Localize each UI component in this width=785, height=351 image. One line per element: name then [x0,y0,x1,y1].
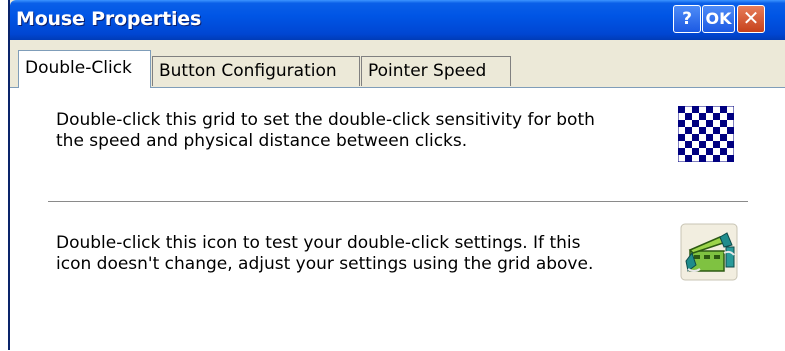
grid-instructions-line1: Double-click this grid to set the double… [56,110,595,130]
grid-cell [692,148,699,155]
clapperboard-test-icon[interactable] [680,223,738,281]
title-bar[interactable]: Mouse Properties ? OK ✕ [10,0,785,40]
tab-double-click[interactable]: Double-Click [18,50,151,88]
checkerboard-grid-icon[interactable] [678,106,734,162]
ok-button[interactable]: OK [702,5,735,33]
grid-cell [699,155,706,162]
grid-cell [699,127,706,134]
grid-cell [706,106,713,113]
grid-cell [699,113,706,120]
test-instructions-line1: Double-click this icon to test your doub… [56,233,581,253]
grid-cell [713,127,720,134]
section-divider [48,201,748,202]
grid-instructions: Double-click this grid to set the double… [56,110,656,152]
grid-cell [713,155,720,162]
grid-cell [720,134,727,141]
help-button[interactable]: ? [673,5,701,33]
close-button[interactable]: ✕ [737,5,765,33]
grid-cell [727,155,734,162]
grid-cell [692,106,699,113]
grid-cell [713,141,720,148]
grid-cell [727,127,734,134]
grid-cell [678,120,685,127]
grid-cell [692,134,699,141]
double-click-panel: Double-click this grid to set the double… [10,87,785,351]
tab-button-configuration[interactable]: Button Configuration [152,56,360,86]
grid-cell [706,148,713,155]
grid-cell [720,120,727,127]
grid-cell [720,106,727,113]
grid-cell [713,113,720,120]
grid-cell [692,120,699,127]
grid-cell [706,134,713,141]
grid-cell [720,148,727,155]
grid-cell [678,134,685,141]
test-instructions: Double-click this icon to test your doub… [56,233,656,275]
grid-cell [685,155,692,162]
tab-strip: Double-Click Button Configuration Pointe… [10,50,785,88]
grid-cell [678,106,685,113]
test-instructions-line2: icon doesn't change, adjust your setting… [56,254,594,274]
grid-cell [727,141,734,148]
mouse-properties-window: Mouse Properties ? OK ✕ Double-Click But… [8,0,785,351]
grid-cell [685,113,692,120]
grid-cell [685,141,692,148]
tab-pointer-speed[interactable]: Pointer Speed [361,56,511,86]
grid-cell [727,113,734,120]
grid-instructions-line2: the speed and physical distance between … [56,131,468,151]
grid-cell [699,141,706,148]
grid-cell [706,120,713,127]
grid-cell [685,127,692,134]
window-title: Mouse Properties [16,8,202,30]
grid-cell [678,148,685,155]
